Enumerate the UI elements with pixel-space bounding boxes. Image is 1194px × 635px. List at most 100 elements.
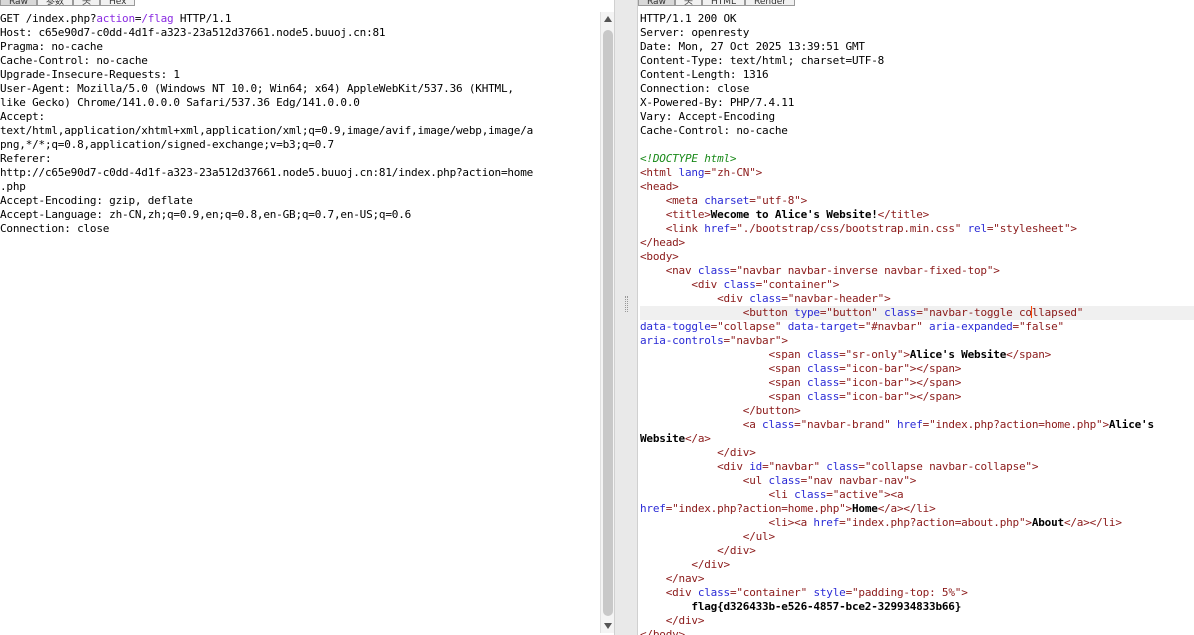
code-token: class [807, 348, 840, 361]
code-token: style [813, 586, 846, 599]
request-scrollbar[interactable] [600, 12, 614, 633]
code-line: data-toggle="collapse" data-target="#nav… [640, 320, 1194, 334]
code-line: <span class="icon-bar"></span> [640, 362, 1194, 376]
code-line: </nav> [640, 572, 1194, 586]
code-token: ="stylesheet" [986, 222, 1071, 235]
code-token: Home [851, 502, 878, 515]
code-line: Host: c65e90d7-c0dd-4d1f-a323-23a512d376… [0, 26, 598, 40]
code-line: Connection: close [640, 82, 1194, 96]
scroll-down-arrow-icon[interactable] [604, 623, 612, 629]
scroll-thumb[interactable] [603, 30, 613, 616]
code-token: > [832, 278, 840, 291]
code-line: </div> [640, 558, 1194, 572]
code-token: </nav> [665, 572, 705, 585]
pane-splitter[interactable] [614, 0, 638, 635]
code-token: like Gecko) Chrome/141.0.0.0 Safari/537.… [0, 96, 360, 109]
code-token: X-Powered-By: PHP/7.4.11 [640, 96, 795, 109]
scroll-up-arrow-icon[interactable] [604, 16, 612, 22]
response-editor[interactable]: HTTP/1.1 200 OK Server: openresty Date: Mo… [640, 12, 1194, 635]
code-token: http://c65e90d7-c0dd-4d1f-a323-23a512d37… [0, 166, 534, 179]
code-line: <nav class="navbar navbar-inverse navbar… [640, 264, 1194, 278]
code-token: class [807, 390, 840, 403]
response-tab-html[interactable]: HTML [701, 0, 745, 6]
code-line: <link href="./bootstrap/css/bootstrap.mi… [640, 222, 1194, 236]
code-token: <div [691, 278, 724, 291]
code-token: text/html,application/xhtml+xml,applicat… [0, 124, 534, 137]
code-token: ="container" [729, 586, 814, 599]
code-token: ="utf-8" [749, 194, 801, 207]
response-tab-headers[interactable]: 头 [674, 0, 702, 6]
request-tab-params[interactable]: 参数 [36, 0, 73, 6]
code-token: Connection: close [0, 222, 110, 235]
code-token: Accept-Encoding: gzip, deflate [0, 194, 193, 207]
code-token: ="index.php?action=home.php" [665, 502, 846, 515]
request-editor[interactable]: GET /index.php?action=/flag HTTP/1.1 Host… [0, 12, 598, 236]
code-token: ><a [884, 488, 904, 501]
code-token: ></span> [909, 362, 962, 375]
code-token: </div> [717, 446, 756, 459]
response-pane: Raw 头 HTML Render HTTP/1.1 200 OK Server:… [638, 0, 1194, 635]
code-token: ="padding-top: 5%" [845, 586, 962, 599]
code-token: ="icon-bar" [839, 376, 910, 389]
code-line: <title>Wecome to Alice's Website!</title… [640, 208, 1194, 222]
code-token: /flag [141, 12, 174, 25]
code-token: <head> [640, 180, 679, 193]
code-token: Date: Mon, 27 Oct 2025 13:39:51 GMT [640, 40, 865, 53]
code-token: <ul [742, 474, 769, 487]
code-token: <li [768, 488, 795, 501]
code-token: </title> [877, 208, 930, 221]
request-tab-raw[interactable]: Raw [0, 0, 37, 6]
code-token: </head> [640, 236, 685, 249]
code-token: data-target [787, 320, 859, 333]
code-line: </button> [640, 404, 1194, 418]
code-token: <div [717, 460, 750, 473]
code-line: </div> [640, 446, 1194, 460]
code-line: Accept-Language: zh-CN,zh;q=0.9,en;q=0.8… [0, 208, 598, 222]
code-token: ="collapse" [710, 320, 788, 333]
code-line: <div class="container"> [640, 278, 1194, 292]
code-token: </button> [742, 404, 801, 417]
request-tab-hex[interactable]: Hex [99, 0, 136, 6]
response-tab-render[interactable]: Render [745, 0, 796, 6]
code-token: Website [640, 432, 685, 445]
code-token: ="icon-bar" [839, 362, 910, 375]
code-token: <meta [665, 194, 705, 207]
response-tab-raw[interactable]: Raw [638, 0, 675, 6]
code-token: class [723, 278, 756, 291]
code-line: Website</a> [640, 432, 1194, 446]
code-token: type [794, 306, 820, 319]
code-line: Accept-Encoding: gzip, deflate [0, 194, 598, 208]
code-token: ="#navbar" [858, 320, 930, 333]
code-token: > [755, 166, 763, 179]
code-token: ="zh-CN" [704, 166, 756, 179]
splitter-grip-icon[interactable] [625, 296, 628, 312]
code-token: rel [967, 222, 987, 235]
code-token: class [794, 488, 827, 501]
code-line: <div id="navbar" class="collapse navbar-… [640, 460, 1194, 474]
code-token: ="false" [1012, 320, 1065, 333]
request-tab-headers[interactable]: 头 [72, 0, 100, 6]
code-line: <a class="navbar-brand" href="index.php?… [640, 418, 1194, 432]
code-token: href [704, 222, 730, 235]
code-line: Connection: close [0, 222, 598, 236]
code-token: <div [665, 586, 698, 599]
code-token: </a></li> [1063, 516, 1122, 529]
code-token: class [749, 292, 782, 305]
code-token: About [1031, 516, 1064, 529]
code-token: </body> [640, 628, 685, 635]
code-token: > [1070, 222, 1077, 235]
code-token: > [800, 194, 808, 207]
code-token: class [884, 306, 917, 319]
code-token: href [640, 502, 666, 515]
code-line: aria-controls="navbar"> [640, 334, 1194, 348]
